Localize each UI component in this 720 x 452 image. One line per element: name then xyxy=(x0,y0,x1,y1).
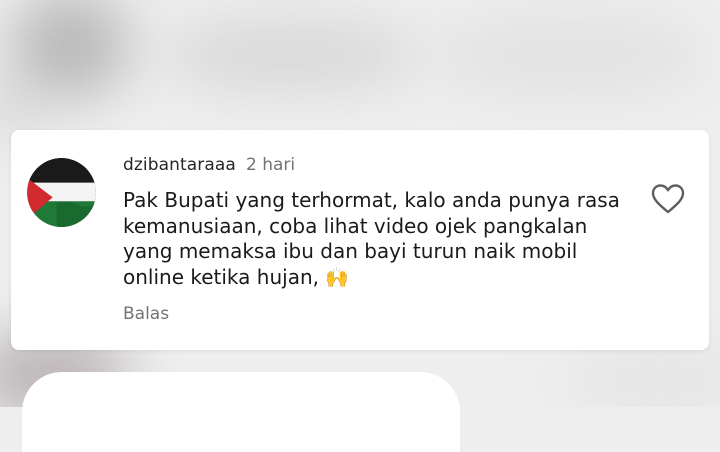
comment-card: dzibantaraaa 2 hari Pak Bupati yang terh… xyxy=(11,130,709,350)
next-comment-card xyxy=(22,372,460,452)
raising-hands-emoji: 🙌 xyxy=(325,266,350,289)
comment-username[interactable]: dzibantaraaa xyxy=(123,155,236,175)
heart-outline-icon[interactable] xyxy=(651,183,685,215)
comment-body: Pak Bupati yang terhormat, kalo anda pun… xyxy=(123,188,620,289)
comment-timestamp: 2 hari xyxy=(246,155,296,175)
palestine-flag-icon[interactable] xyxy=(27,158,96,227)
reply-button[interactable]: Balas xyxy=(123,304,169,324)
comment-text: Pak Bupati yang terhormat, kalo anda pun… xyxy=(123,188,623,291)
